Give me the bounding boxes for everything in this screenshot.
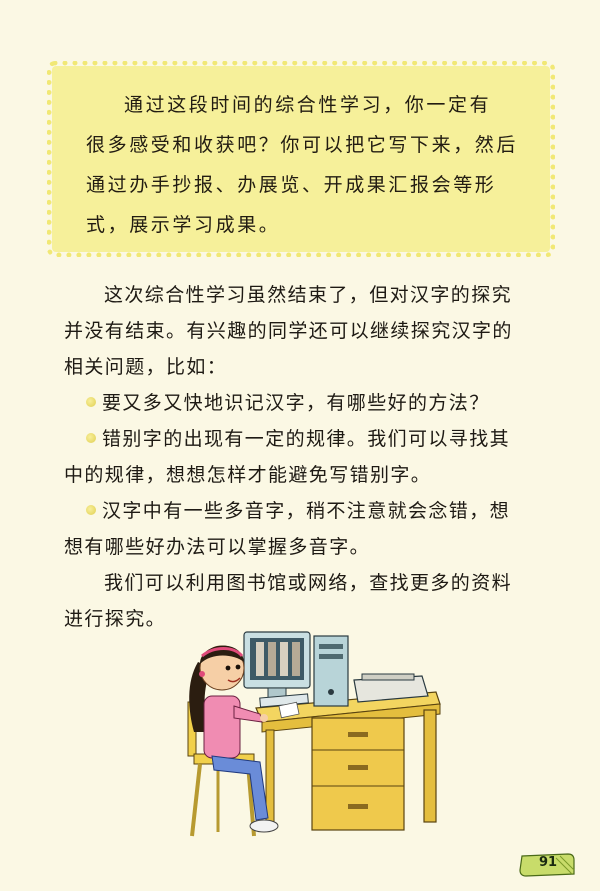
tip-line: 式，展示学习成果。: [86, 214, 281, 236]
bullet-icon: [86, 433, 96, 443]
body-line: 进行探究。: [64, 608, 167, 630]
tip-line: 通过办手抄报、办展览、开成果汇报会等形: [86, 174, 497, 196]
computer-tower-icon: [313, 635, 349, 707]
bullet-continuation: 中的规律，想想怎样才能避免写错别字。: [64, 464, 432, 486]
bullet-icon: [86, 397, 96, 407]
bullet-text: 汉字中有一些多音字，稍不注意就会念错，想: [102, 500, 511, 522]
textbook-page: 通过这段时间的综合性学习，你一定有 很多感受和收获吧？你可以把它写下来，然后 通…: [0, 0, 600, 891]
body-line: 并没有结束。有兴趣的同学还可以继续探究汉字的: [64, 320, 513, 342]
body-line: 相关问题，比如：: [64, 356, 228, 378]
bullet-item: 要又多又快地识记汉字，有哪些好的方法？: [86, 388, 490, 415]
bullet-text: 要又多又快地识记汉字，有哪些好的方法？: [102, 392, 490, 414]
body-line: 我们可以利用图书馆或网络，查找更多的资料: [104, 572, 513, 594]
computer-monitor-icon: [243, 631, 311, 699]
body-line: 这次综合性学习虽然结束了，但对汉字的探究: [104, 284, 513, 306]
tip-line: 很多感受和收获吧？你可以把它写下来，然后: [86, 134, 519, 156]
tip-box: 通过这段时间的综合性学习，你一定有 很多感受和收获吧？你可以把它写下来，然后 通…: [47, 61, 555, 257]
page-number: 91: [538, 855, 558, 870]
bullet-icon: [86, 505, 96, 515]
bullet-continuation: 想有哪些好办法可以掌握多音字。: [64, 536, 371, 558]
bullet-text: 错别字的出现有一定的规律。我们可以寻找其: [102, 428, 511, 450]
girl-at-computer-illustration: [187, 631, 441, 837]
bullet-item: 汉字中有一些多音字，稍不注意就会念错，想: [86, 496, 510, 523]
bullet-item: 错别字的出现有一定的规律。我们可以寻找其: [86, 424, 510, 451]
tip-line: 通过这段时间的综合性学习，你一定有: [124, 94, 492, 116]
